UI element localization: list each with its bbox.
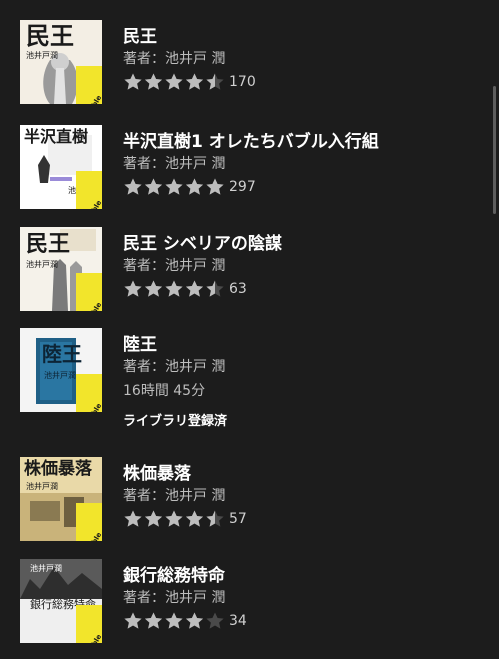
star-icon — [144, 280, 163, 297]
stars-svg — [124, 178, 224, 195]
book-title[interactable]: 株価暴落 — [123, 459, 191, 484]
rating: 34 — [123, 611, 423, 633]
star-rating — [123, 72, 225, 92]
book-title[interactable]: 民王 シベリアの陰謀 — [123, 229, 282, 254]
star-rating — [123, 177, 225, 197]
rating-count: 57 — [229, 511, 247, 527]
rating: 297 — [123, 177, 423, 199]
star-icon — [185, 73, 204, 90]
duration: 16時間 45分 — [123, 383, 206, 399]
book-cover[interactable]: 陸王 池井戸潤 audible — [20, 328, 102, 412]
rating: 57 — [123, 509, 423, 531]
list-item[interactable]: 半沢直樹 池井戸潤 audible 半沢直樹1 オレたちバブル入行組 著者：池井… — [0, 125, 490, 225]
book-cover[interactable]: 銀行総務特命 池井戸潤 audible — [20, 559, 102, 643]
rating-count: 63 — [229, 281, 247, 297]
star-icon — [185, 280, 204, 297]
star-icon — [165, 612, 183, 629]
star-icon — [165, 510, 183, 527]
book-author[interactable]: 著者：池井戸 潤 — [123, 485, 225, 505]
star-icon — [124, 280, 142, 297]
list-item[interactable]: 銀行総務特命 池井戸潤 audible 銀行総務特命 著者：池井戸 潤 34 — [0, 559, 490, 659]
audible-badge: audible — [76, 374, 102, 412]
audible-badge: audible — [76, 66, 102, 104]
book-author[interactable]: 著者：池井戸 潤 — [123, 255, 225, 275]
stars-svg — [124, 510, 224, 527]
star-icon — [144, 73, 163, 90]
library-status: ライブラリ登録済 — [123, 414, 228, 429]
rating: 63 — [123, 279, 423, 301]
book-title[interactable]: 民王 — [123, 22, 157, 47]
book-author[interactable]: 著者：池井戸 潤 — [123, 153, 225, 173]
star-icon — [144, 510, 163, 527]
star-icon — [185, 612, 204, 629]
cover-title: 株価暴落 — [24, 459, 92, 479]
cover-author: 池井戸潤 — [30, 564, 62, 573]
book-title[interactable]: 陸王 — [123, 330, 157, 355]
audible-badge: audible — [76, 605, 102, 643]
list-item[interactable]: 株価暴落 池井戸潤 audible 株価暴落 著者：池井戸 潤 57 — [0, 457, 490, 557]
star-icon — [124, 73, 142, 90]
list-item[interactable]: 民王 池井戸潤 audible 民王 著者：池井戸 潤 170 — [0, 20, 490, 120]
list-item[interactable]: 民王 池井戸潤 audible 民王 シベリアの陰謀 著者：池井戸 潤 63 — [0, 227, 490, 327]
rating-count: 34 — [229, 613, 247, 629]
star-icon — [144, 612, 163, 629]
book-cover[interactable]: 半沢直樹 池井戸潤 audible — [20, 125, 102, 209]
star-icon — [124, 510, 142, 527]
book-cover[interactable]: 民王 池井戸潤 audible — [20, 227, 102, 311]
cover-author: 池井戸潤 — [26, 482, 58, 491]
stars-svg — [124, 73, 224, 90]
star-icon — [206, 73, 224, 90]
star-rating — [123, 279, 225, 299]
cover-author: 池井戸潤 — [26, 260, 58, 269]
star-icon — [206, 612, 224, 629]
star-icon — [165, 178, 183, 195]
audible-badge: audible — [76, 273, 102, 311]
star-icon — [185, 178, 204, 195]
star-icon — [165, 280, 183, 297]
cover-title: 民王 — [26, 231, 71, 257]
cover-title: 陸王 — [42, 342, 82, 366]
stars-svg — [124, 280, 224, 297]
book-title[interactable]: 半沢直樹1 オレたちバブル入行組 — [123, 127, 379, 152]
scrollbar[interactable] — [493, 86, 496, 214]
star-rating — [123, 611, 225, 631]
cover-author: 池井戸潤 — [26, 51, 58, 60]
rating: 170 — [123, 72, 423, 94]
stars-svg — [124, 612, 224, 629]
book-title[interactable]: 銀行総務特命 — [123, 561, 225, 586]
star-icon — [185, 510, 204, 527]
book-cover[interactable]: 株価暴落 池井戸潤 audible — [20, 457, 102, 541]
book-author[interactable]: 著者：池井戸 潤 — [123, 48, 225, 68]
audible-badge: audible — [76, 171, 102, 209]
rating-count: 297 — [229, 179, 256, 195]
star-icon — [124, 612, 142, 629]
star-icon — [206, 510, 224, 527]
list-item[interactable]: 陸王 池井戸潤 audible 陸王 著者：池井戸 潤 16時間 45分 ライブ… — [0, 328, 490, 438]
cover-title: 民王 — [26, 21, 74, 50]
star-icon — [206, 178, 224, 195]
audible-badge: audible — [76, 503, 102, 541]
book-cover[interactable]: 民王 池井戸潤 audible — [20, 20, 102, 104]
rating-count: 170 — [229, 74, 256, 90]
cover-author: 池井戸潤 — [44, 371, 76, 380]
star-icon — [206, 280, 224, 297]
book-author[interactable]: 著者：池井戸 潤 — [123, 587, 225, 607]
star-icon — [144, 178, 163, 195]
star-icon — [165, 73, 183, 90]
cover-title: 半沢直樹 — [24, 127, 89, 146]
star-rating — [123, 509, 225, 529]
book-author[interactable]: 著者：池井戸 潤 — [123, 356, 225, 376]
star-icon — [124, 178, 142, 195]
